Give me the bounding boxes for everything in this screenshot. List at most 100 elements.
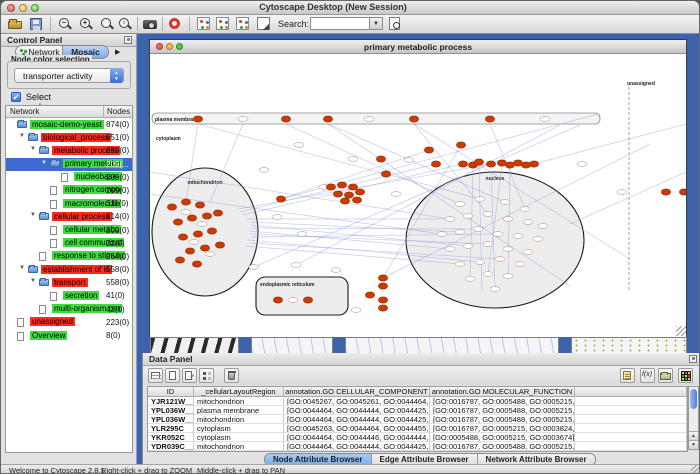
graph-node-label[interactable] xyxy=(238,117,248,122)
graph-node-label[interactable] xyxy=(533,237,543,242)
scrollbar-thumb[interactable] xyxy=(690,389,697,409)
graph-node-label[interactable] xyxy=(473,227,483,232)
expand-arrow-icon[interactable]: ▼ xyxy=(41,160,47,166)
graph-node-label[interactable] xyxy=(520,207,530,212)
graph-node-label[interactable] xyxy=(577,162,587,167)
graph-node-label[interactable] xyxy=(483,242,493,247)
graph-node[interactable] xyxy=(337,182,346,188)
graph-node[interactable] xyxy=(485,116,494,122)
graph-node[interactable] xyxy=(679,189,686,195)
graph-node-label[interactable] xyxy=(465,277,475,282)
background-window-fragment[interactable] xyxy=(251,337,333,353)
zoom-out-icon[interactable]: − xyxy=(57,16,73,32)
graph-node-label[interactable] xyxy=(272,215,282,220)
zoom-in-icon[interactable]: + xyxy=(78,16,94,32)
import-attributes-icon[interactable] xyxy=(658,368,673,383)
graph-node[interactable] xyxy=(281,116,290,122)
new-attribute-icon[interactable] xyxy=(165,368,180,383)
table-row[interactable]: YJR121W__1mitochondrion[GO:0045267, GO:0… xyxy=(148,397,687,406)
graph-node-label[interactable] xyxy=(515,262,525,267)
tree-row[interactable]: cellular metabo209(0) xyxy=(6,224,132,237)
attribute-checklist-icon[interactable] xyxy=(182,368,197,383)
tree-row[interactable]: mosaic-demo-yeast874(0) xyxy=(6,118,132,131)
dropdown-stepper-icon[interactable]: ▲▼ xyxy=(110,68,123,83)
view-settings-icon[interactable] xyxy=(196,16,212,32)
table-header-cell[interactable]: annotation.GO MOLECULAR_FUNCTION xyxy=(430,387,575,397)
tree-row[interactable]: ▼metabolic process280(0) xyxy=(6,144,132,157)
graph-node[interactable] xyxy=(376,156,385,162)
background-window-fragment[interactable] xyxy=(345,337,559,353)
title-bar[interactable]: Cytoscape Desktop (New Session) xyxy=(1,1,700,15)
graph-node[interactable] xyxy=(276,196,285,202)
graph-node[interactable] xyxy=(323,116,332,122)
graph-node[interactable] xyxy=(355,189,364,195)
graph-node-label[interactable] xyxy=(351,308,361,313)
graph-node-label[interactable] xyxy=(475,260,485,265)
graph-node-label[interactable] xyxy=(463,244,473,249)
graph-node[interactable] xyxy=(458,161,467,167)
search-dropdown-icon[interactable]: ▼ xyxy=(370,17,383,30)
graph-node[interactable] xyxy=(207,228,216,234)
graph-node[interactable] xyxy=(456,142,465,148)
graph-node[interactable] xyxy=(333,191,342,197)
tree-row[interactable]: macromolecule311(0) xyxy=(6,197,132,210)
attribute-list-icon[interactable] xyxy=(199,368,214,383)
graph-node-label[interactable] xyxy=(297,232,307,237)
tree-row[interactable]: ▼transport558(0) xyxy=(6,276,132,289)
tree-row[interactable]: ▼biological_process651(0) xyxy=(6,131,132,144)
graph-node[interactable] xyxy=(486,161,495,167)
graph-node-label[interactable] xyxy=(404,158,414,163)
table-row[interactable]: YKR052Ccytoplasm[GO:0044464, GO:0044446,… xyxy=(148,433,687,442)
graph-node-label[interactable] xyxy=(291,263,301,268)
graph-node[interactable] xyxy=(431,161,440,167)
tab-overflow-arrow-icon[interactable]: ▶ xyxy=(115,47,127,58)
graph-node-label[interactable] xyxy=(445,217,455,222)
heatmap-icon[interactable] xyxy=(678,368,693,383)
graph-node[interactable] xyxy=(326,184,335,190)
graph-node-label[interactable] xyxy=(493,232,503,237)
float-panel-icon[interactable] xyxy=(689,355,697,363)
tree-row[interactable]: ▼establishment of lo558(0) xyxy=(6,263,132,276)
graph-node-label[interactable] xyxy=(483,212,493,217)
expand-arrow-icon[interactable]: ▼ xyxy=(19,265,25,271)
graph-node[interactable] xyxy=(474,159,483,165)
graph-node[interactable] xyxy=(303,297,312,303)
graph-node-label[interactable] xyxy=(483,272,493,277)
table-header-cell[interactable]: ID xyxy=(148,387,194,397)
graph-node[interactable] xyxy=(378,305,387,311)
tree-row[interactable]: unassigned223(0) xyxy=(6,316,132,329)
network-copy-icon[interactable] xyxy=(215,16,231,32)
graph-node-label[interactable] xyxy=(495,257,505,262)
graph-node[interactable] xyxy=(378,275,387,281)
float-panel-icon[interactable] xyxy=(124,36,132,44)
annotation-icon[interactable] xyxy=(256,16,272,32)
graph-node-label[interactable] xyxy=(288,298,298,303)
search-input[interactable] xyxy=(310,17,370,30)
table-row[interactable]: YPL036W__2plasma membrane[GO:0044464, GO… xyxy=(148,406,687,415)
graph-node[interactable] xyxy=(173,219,182,225)
table-row[interactable]: YLR295Ccytoplasm[GO:0045263, GO:0044464,… xyxy=(148,424,687,433)
graph-node-label[interactable] xyxy=(540,117,550,122)
graph-node[interactable] xyxy=(529,161,538,167)
graph-node[interactable] xyxy=(181,199,190,205)
graph-node[interactable] xyxy=(365,292,374,298)
graph-node-label[interactable] xyxy=(259,168,269,173)
graph-node[interactable] xyxy=(344,192,353,198)
graph-node[interactable] xyxy=(192,261,201,267)
function-builder-icon[interactable]: f(x) xyxy=(640,368,655,383)
scroll-up-icon[interactable]: ▲ xyxy=(689,431,698,440)
graph-node-label[interactable] xyxy=(445,247,455,252)
graph-node[interactable] xyxy=(195,202,204,208)
graph-node[interactable] xyxy=(409,116,418,122)
graph-node-label[interactable] xyxy=(500,200,510,205)
graph-node[interactable] xyxy=(340,198,349,204)
graph-node-label[interactable] xyxy=(503,274,513,279)
graph-node-label[interactable] xyxy=(294,143,304,148)
graph-node[interactable] xyxy=(175,257,184,263)
graph-node[interactable] xyxy=(187,215,196,221)
select-attributes-icon[interactable] xyxy=(148,368,163,383)
graph-node[interactable] xyxy=(178,234,187,240)
zoom-fit-icon[interactable]: ▫ xyxy=(117,16,133,32)
graph-node[interactable] xyxy=(424,147,433,153)
graph-node-label[interactable] xyxy=(490,287,500,292)
